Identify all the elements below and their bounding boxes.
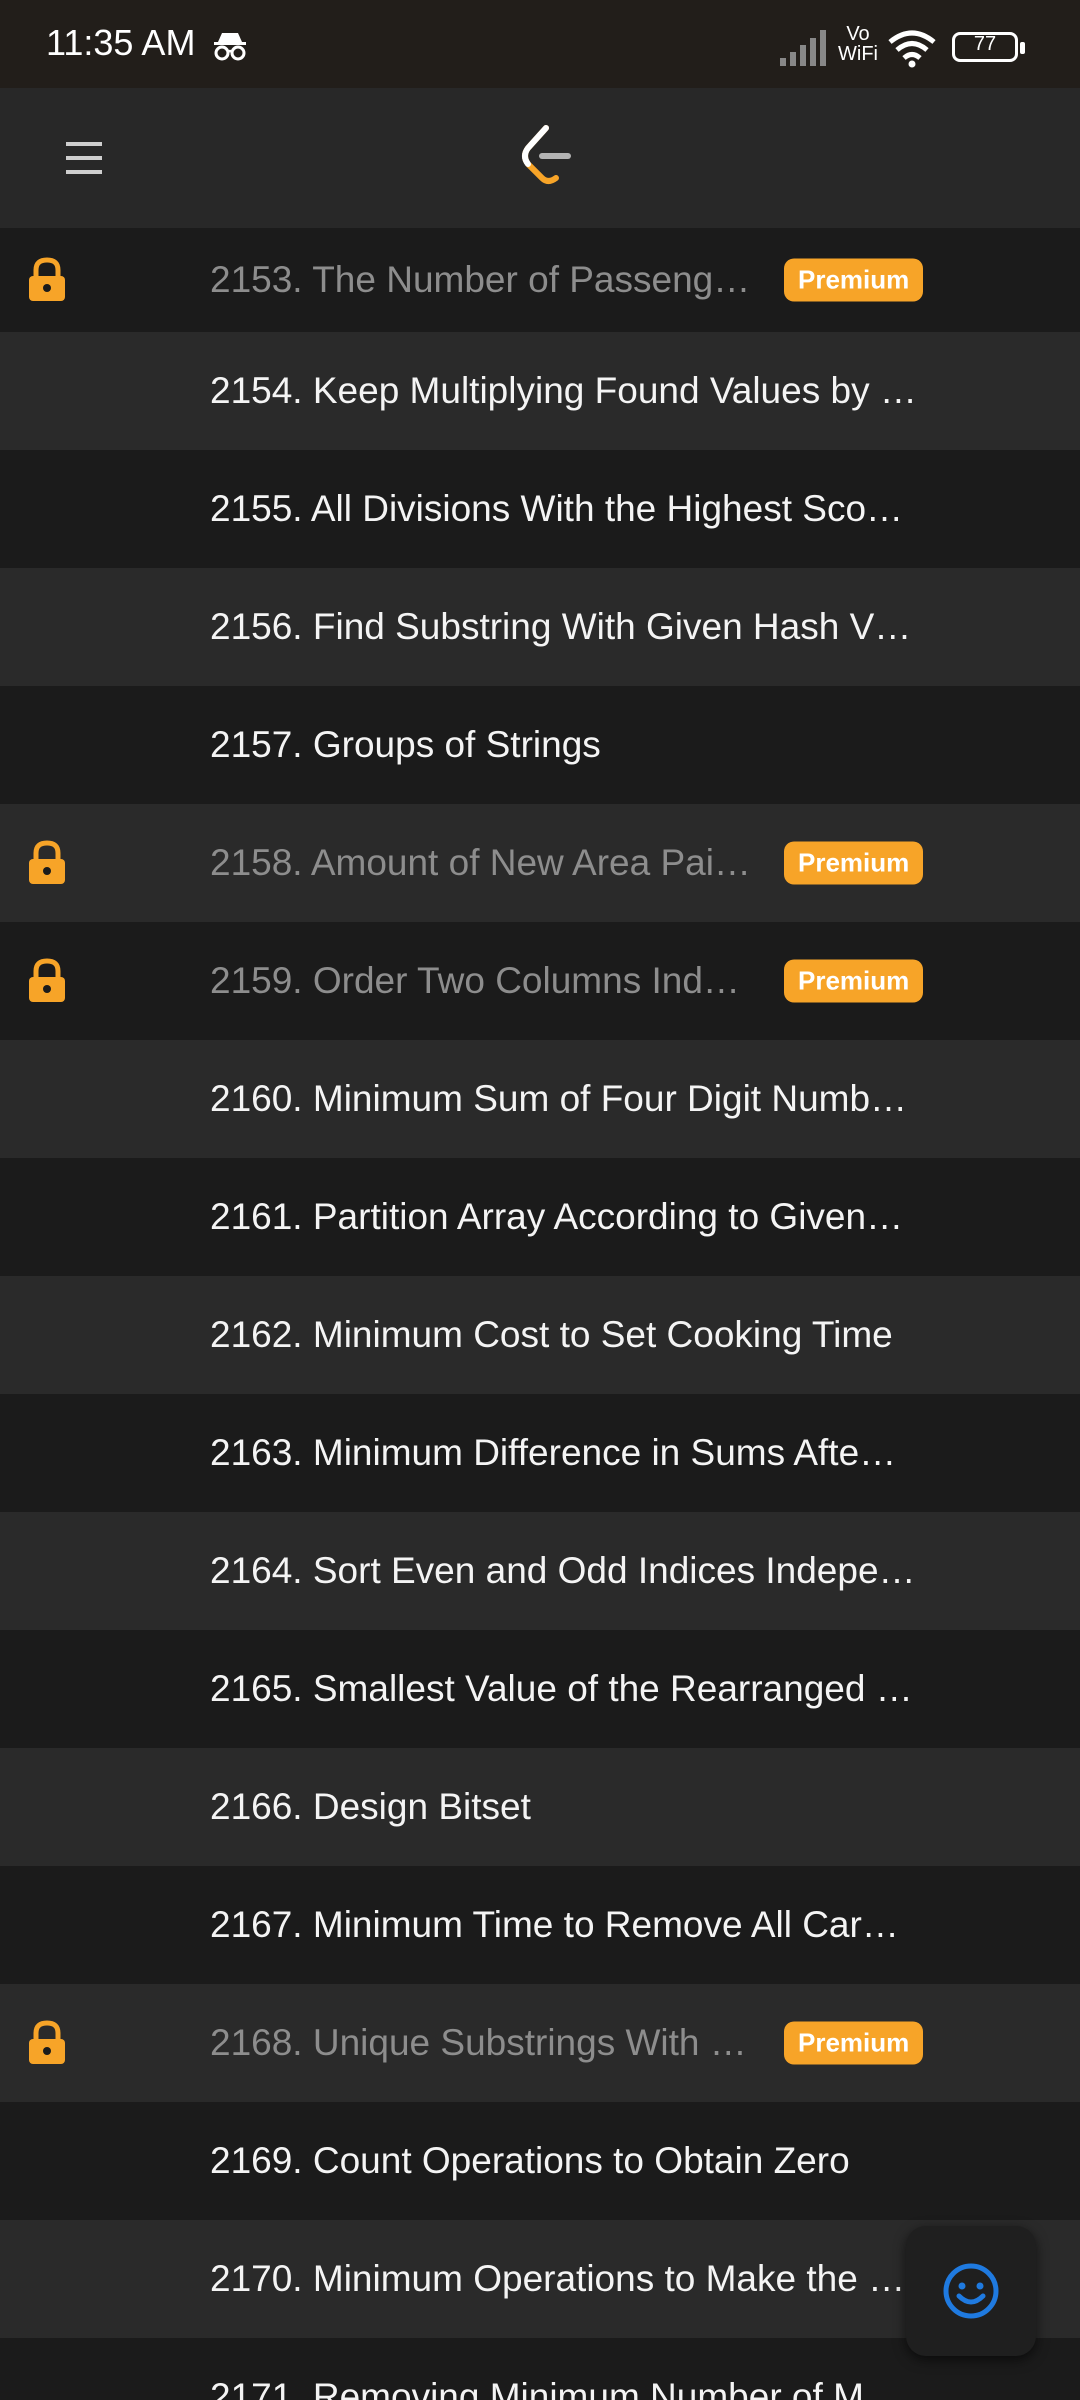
problem-row[interactable]: 2153. The Number of Passeng… Premium (0, 228, 1080, 332)
status-bar: 11:35 AM Vo WiFi 77 (0, 0, 1080, 88)
wifi-icon (888, 30, 936, 73)
vowifi-indicator: Vo WiFi (838, 24, 878, 64)
lock-icon (26, 840, 68, 886)
problem-title: 2158. Amount of New Area Pai… (210, 842, 751, 883)
problem-row[interactable]: 2163. Minimum Difference in Sums Afte… (0, 1394, 1080, 1512)
battery-level: 77 (973, 33, 997, 55)
status-time: 11:35 AM (46, 22, 196, 63)
problem-title: 2164. Sort Even and Odd Indices Indepe… (210, 1550, 916, 1591)
lock-icon (26, 958, 68, 1004)
problem-title: 2165. Smallest Value of the Rearranged … (210, 1668, 913, 1709)
problem-title: 2159. Order Two Columns Ind… (210, 960, 740, 1001)
problem-title: 2156. Find Substring With Given Hash V… (210, 606, 912, 647)
vowifi-top-text: Vo (846, 23, 870, 45)
problem-title: 2171. Removing Minimum Number of M… (210, 2376, 901, 2400)
problem-title: 2154. Keep Multiplying Found Values by … (210, 370, 917, 411)
problem-row[interactable]: 2169. Count Operations to Obtain Zero (0, 2102, 1080, 2220)
problem-title: 2153. The Number of Passeng… (210, 259, 751, 300)
incognito-icon (212, 30, 248, 67)
problem-row[interactable]: 2158. Amount of New Area Pai… Premium (0, 804, 1080, 922)
hamburger-menu-icon[interactable] (62, 138, 106, 178)
problem-title: 2155. All Divisions With the Highest Sco… (210, 488, 904, 529)
problem-row[interactable]: 2162. Minimum Cost to Set Cooking Time (0, 1276, 1080, 1394)
signal-icon (780, 30, 830, 71)
problem-row[interactable]: 2159. Order Two Columns Ind… Premium (0, 922, 1080, 1040)
problem-title: 2162. Minimum Cost to Set Cooking Time (210, 1314, 893, 1355)
premium-badge: Premium (784, 2021, 924, 2065)
premium-badge: Premium (784, 959, 924, 1003)
problem-title: 2169. Count Operations to Obtain Zero (210, 2140, 850, 2181)
smiley-feedback-icon (943, 2263, 999, 2319)
problem-row[interactable]: 2160. Minimum Sum of Four Digit Numb… (0, 1040, 1080, 1158)
problem-title: 2161. Partition Array According to Given… (210, 1196, 904, 1237)
feedback-button[interactable] (906, 2226, 1036, 2356)
problem-row[interactable]: 2155. All Divisions With the Highest Sco… (0, 450, 1080, 568)
problem-row[interactable]: 2157. Groups of Strings (0, 686, 1080, 804)
problem-row[interactable]: 2165. Smallest Value of the Rearranged … (0, 1630, 1080, 1748)
premium-badge: Premium (784, 841, 924, 885)
problem-row[interactable]: 2164. Sort Even and Odd Indices Indepe… (0, 1512, 1080, 1630)
app-bar (0, 88, 1080, 228)
problem-title: 2168. Unique Substrings With … (210, 2022, 747, 2063)
problem-title: 2170. Minimum Operations to Make the … (210, 2258, 906, 2299)
problem-title: 2160. Minimum Sum of Four Digit Numb… (210, 1078, 908, 1119)
problem-row[interactable]: 2161. Partition Array According to Given… (0, 1158, 1080, 1276)
problem-row[interactable]: 2168. Unique Substrings With … Premium (0, 1984, 1080, 2102)
lock-icon (26, 257, 68, 303)
problem-row[interactable]: 2154. Keep Multiplying Found Values by … (0, 332, 1080, 450)
leetcode-logo[interactable] (516, 124, 574, 193)
problem-title: 2166. Design Bitset (210, 1786, 531, 1827)
problem-title: 2167. Minimum Time to Remove All Car… (210, 1904, 899, 1945)
problem-title: 2157. Groups of Strings (210, 724, 601, 765)
lock-icon (26, 2020, 68, 2066)
problem-title: 2163. Minimum Difference in Sums Afte… (210, 1432, 897, 1473)
problem-row[interactable]: 2167. Minimum Time to Remove All Car… (0, 1866, 1080, 1984)
vowifi-bottom-text: WiFi (838, 43, 878, 65)
problem-row[interactable]: 2156. Find Substring With Given Hash V… (0, 568, 1080, 686)
battery-icon: 77 (952, 32, 1025, 62)
premium-badge: Premium (784, 258, 924, 302)
problem-row[interactable]: 2166. Design Bitset (0, 1748, 1080, 1866)
problem-list: 2153. The Number of Passeng… Premium 2154.… (0, 228, 1080, 2400)
